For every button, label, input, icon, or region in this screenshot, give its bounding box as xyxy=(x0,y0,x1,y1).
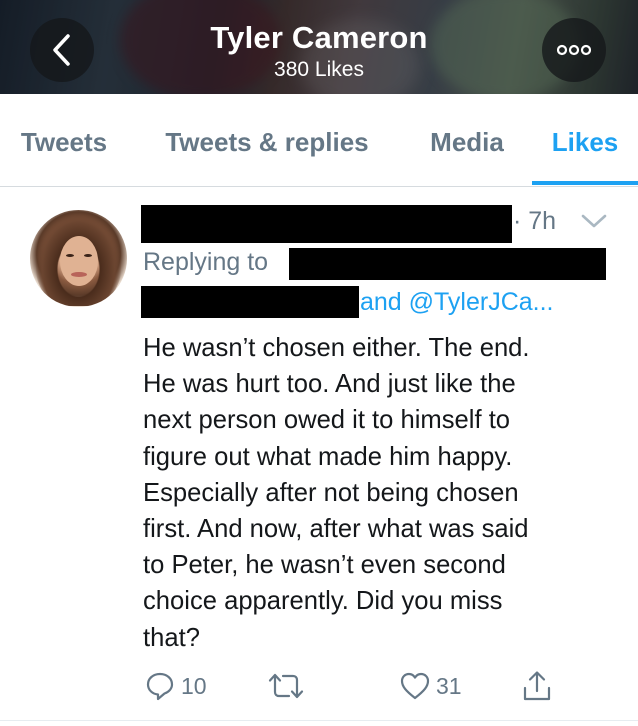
avatar[interactable] xyxy=(30,210,127,307)
tweet-line: He wasn’t chosen either. The end. xyxy=(143,334,530,362)
reply-icon xyxy=(146,672,174,701)
tab-tweets[interactable]: Tweets xyxy=(0,94,128,187)
tab-media[interactable]: Media xyxy=(406,94,528,187)
tweet-line: Especially after not being chosen xyxy=(143,478,519,507)
replying-to-label: Replying to xyxy=(143,248,269,276)
tweet-line: that? xyxy=(143,623,200,652)
retweet-icon xyxy=(268,673,304,699)
more-horizontal-icon xyxy=(557,44,591,56)
tweet-actions: 10 31 xyxy=(0,664,638,708)
active-tab-indicator xyxy=(532,181,638,185)
more-button[interactable] xyxy=(542,18,606,82)
tweet-line: He was hurt too. And just like the xyxy=(143,370,516,399)
tab-tweets-and-replies[interactable]: Tweets & replies xyxy=(138,94,396,187)
share-icon xyxy=(523,671,551,701)
like-count: 31 xyxy=(436,672,462,699)
tweet-line: first. And now, after what was said xyxy=(143,515,529,544)
tweet-timestamp[interactable]: · 7h xyxy=(513,207,556,236)
divider xyxy=(0,720,638,721)
chevron-down-icon[interactable] xyxy=(580,212,608,230)
tweet-line: to Peter, he wasn’t even second xyxy=(143,551,506,580)
retweet-button[interactable] xyxy=(268,664,310,708)
tab-likes[interactable]: Likes xyxy=(532,94,638,187)
likes-count: 380 Likes xyxy=(274,58,364,81)
tweet-line: choice apparently. Did you miss xyxy=(143,587,503,616)
tweet-line: next person owed it to himself to xyxy=(143,406,511,435)
tweet-body: He wasn’t chosen either. The end. He was… xyxy=(143,330,613,656)
reply-button[interactable]: 10 xyxy=(145,664,207,708)
reply-count: 10 xyxy=(181,672,207,699)
heart-icon xyxy=(400,672,430,700)
share-button[interactable] xyxy=(522,664,552,708)
redacted-author-name xyxy=(141,205,512,243)
like-button[interactable]: 31 xyxy=(400,664,462,708)
profile-header-banner: Tyler Cameron 380 Likes xyxy=(0,0,638,94)
replying-to-handles[interactable]: and @TylerJCa... xyxy=(360,288,554,317)
redacted-reply-handle-2 xyxy=(141,286,359,318)
redacted-reply-handle xyxy=(289,248,606,280)
tweet-line: figure out what made him happy. xyxy=(143,442,513,471)
profile-tabs: Tweets Tweets & replies Media Likes xyxy=(0,94,638,187)
